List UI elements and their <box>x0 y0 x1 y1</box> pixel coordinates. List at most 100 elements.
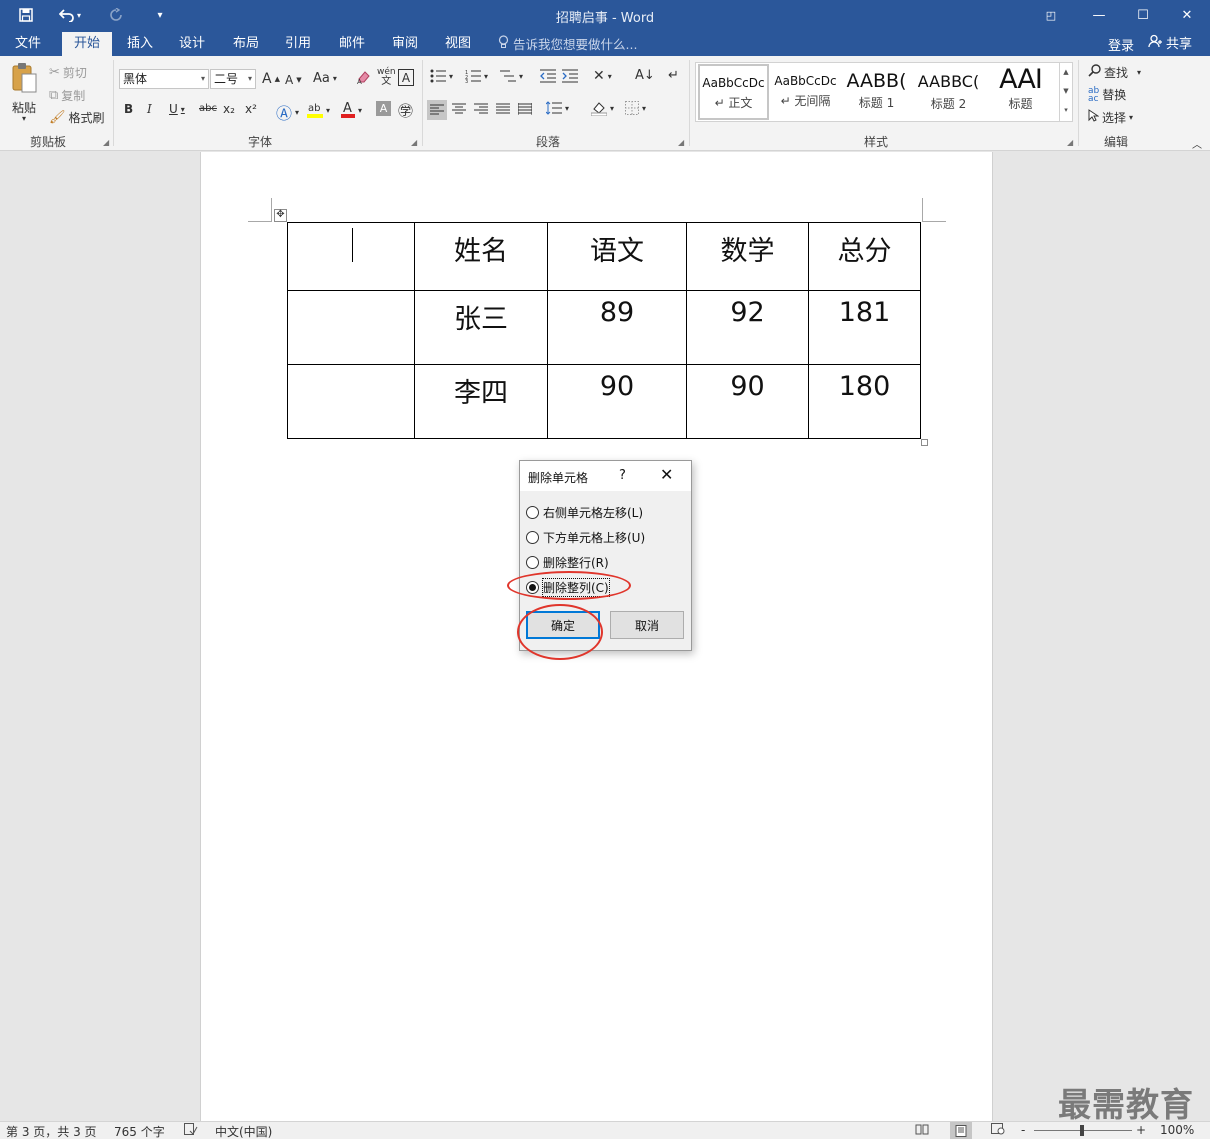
enclose-characters-icon[interactable]: ㊫ <box>398 100 413 121</box>
table-cell[interactable] <box>287 364 415 439</box>
table-cell[interactable]: 180 <box>808 364 921 439</box>
align-right-icon[interactable] <box>474 103 488 115</box>
tab-references[interactable]: 引用 <box>274 34 322 56</box>
bold-button[interactable]: B <box>124 102 133 116</box>
table-cell[interactable]: 90 <box>547 364 687 439</box>
help-icon[interactable]: ? <box>619 468 626 483</box>
table-cell[interactable]: 总分 <box>808 222 921 291</box>
character-border-button[interactable]: A <box>398 69 414 86</box>
zoom-slider-thumb[interactable] <box>1080 1125 1084 1136</box>
minimize-button[interactable]: — <box>1076 0 1122 30</box>
ribbon-display-icon[interactable]: ◰ <box>1028 0 1074 30</box>
italic-button[interactable]: I <box>147 102 152 116</box>
style-no-spacing[interactable]: AaBbCcDc ↵ 无间隔 <box>770 64 841 120</box>
share-button[interactable]: 共享 <box>1148 33 1192 52</box>
paragraph-launcher-icon[interactable]: ◢ <box>678 138 684 147</box>
option-shift-up[interactable]: 下方单元格上移(U) <box>526 529 645 546</box>
option-shift-left[interactable]: 右侧单元格左移(L) <box>526 504 643 521</box>
print-layout-icon[interactable] <box>950 1122 972 1139</box>
option-delete-row[interactable]: 删除整行(R) <box>526 554 609 571</box>
tab-mailings[interactable]: 邮件 <box>328 34 376 56</box>
radio-button[interactable] <box>526 506 539 519</box>
select-button[interactable]: 选择 ▾ <box>1088 109 1133 126</box>
signin-link[interactable]: 登录 <box>1108 35 1134 54</box>
style-title[interactable]: AAI 标题 <box>985 64 1056 120</box>
styles-launcher-icon[interactable]: ◢ <box>1067 138 1073 147</box>
table-cell[interactable]: 89 <box>547 290 687 365</box>
close-button[interactable]: ✕ <box>1164 0 1210 30</box>
web-layout-icon[interactable] <box>991 1123 1005 1138</box>
tab-home[interactable]: 开始 <box>62 32 112 56</box>
borders-icon[interactable]: ▾ <box>625 101 646 115</box>
table-cell[interactable]: 数学 <box>686 222 809 291</box>
shading-icon[interactable]: ▾ <box>591 100 614 116</box>
table-move-handle-icon[interactable]: ✥ <box>274 209 287 222</box>
table-cell[interactable]: 语文 <box>547 222 687 291</box>
text-effects-button[interactable]: Ⓐ ▾ <box>276 100 299 124</box>
tab-layout[interactable]: 布局 <box>222 34 270 56</box>
grow-font-button[interactable]: A ▲ <box>262 71 280 87</box>
show-marks-icon[interactable]: ↵ <box>668 68 679 83</box>
tab-insert[interactable]: 插入 <box>116 34 164 56</box>
clear-formatting-icon[interactable]: A <box>356 69 372 85</box>
font-launcher-icon[interactable]: ◢ <box>411 138 417 147</box>
chinese-layout-icon[interactable]: ✕ ▾ <box>593 68 612 84</box>
tab-review[interactable]: 审阅 <box>381 34 429 56</box>
read-mode-icon[interactable] <box>915 1123 929 1138</box>
close-icon[interactable]: ✕ <box>660 465 673 484</box>
dialog-titlebar[interactable]: 删除单元格 ? ✕ <box>520 461 691 491</box>
paste-button[interactable]: 粘贴 ▾ <box>10 62 38 123</box>
tab-design[interactable]: 设计 <box>168 34 216 56</box>
clipboard-launcher-icon[interactable]: ◢ <box>103 138 109 147</box>
shrink-font-button[interactable]: A ▼ <box>285 73 302 87</box>
font-name-combo[interactable]: 黑体 ▾ <box>119 69 209 89</box>
line-spacing-icon[interactable]: ▾ <box>546 101 569 115</box>
underline-button[interactable]: U ▾ <box>169 102 185 116</box>
sort-icon[interactable]: A↓ <box>635 68 655 83</box>
superscript-button[interactable]: x² <box>245 102 257 116</box>
strikethrough-button[interactable]: abc <box>199 103 217 114</box>
radio-button[interactable] <box>526 531 539 544</box>
table-cell[interactable] <box>287 290 415 365</box>
numbering-icon[interactable]: 1 2 3 ▾ <box>465 69 488 83</box>
multilevel-list-icon[interactable]: ▾ <box>500 69 523 83</box>
replace-button[interactable]: ab ac 替换 <box>1088 86 1126 103</box>
justify-icon[interactable] <box>496 103 510 115</box>
highlight-button[interactable]: ab ▾ <box>307 100 330 121</box>
table-cell[interactable]: 张三 <box>414 290 548 365</box>
align-center-icon[interactable] <box>452 103 466 115</box>
table-cell[interactable]: 92 <box>686 290 809 365</box>
zoom-out-button[interactable]: - <box>1021 1123 1025 1137</box>
subscript-button[interactable]: x₂ <box>223 102 235 116</box>
tab-file[interactable]: 文件 <box>4 34 52 56</box>
phonetic-guide-button[interactable]: wén 文 <box>377 68 396 87</box>
distributed-icon[interactable] <box>518 103 532 115</box>
font-color-button[interactable]: A ▾ <box>341 100 362 121</box>
styles-scroll[interactable]: ▲ ▼ ▾ <box>1059 63 1072 121</box>
table-cell[interactable]: 李四 <box>414 364 548 439</box>
copy-button[interactable]: ⧉ 复制 <box>49 87 85 104</box>
character-shading-icon[interactable]: A <box>376 101 391 116</box>
format-painter-button[interactable]: 🖌 格式刷 <box>49 109 105 126</box>
table-cell[interactable]: 姓名 <box>414 222 548 291</box>
table-resize-handle[interactable] <box>921 439 928 446</box>
radio-button[interactable] <box>526 556 539 569</box>
bullets-icon[interactable]: ▾ <box>430 69 453 83</box>
tab-view[interactable]: 视图 <box>434 34 482 56</box>
cut-button[interactable]: ✂ 剪切 <box>49 64 87 81</box>
align-left-icon[interactable] <box>427 100 447 120</box>
change-case-button[interactable]: Aa ▾ <box>313 71 337 86</box>
find-button[interactable]: 查找 ▾ <box>1088 64 1141 81</box>
style-heading-1[interactable]: AABB( 标题 1 <box>841 64 912 120</box>
style-heading-2[interactable]: AABBC( 标题 2 <box>913 64 984 120</box>
increase-indent-icon[interactable] <box>562 69 578 83</box>
table-cell[interactable] <box>287 222 415 291</box>
font-size-combo[interactable]: 二号 ▾ <box>210 69 256 89</box>
table-cell[interactable]: 90 <box>686 364 809 439</box>
proofing-icon[interactable] <box>184 1123 198 1138</box>
cancel-button[interactable]: 取消 <box>610 611 684 639</box>
collapse-ribbon-icon[interactable]: ︿ <box>1192 136 1202 151</box>
style-normal[interactable]: AaBbCcDc ↵ 正文 <box>698 64 769 120</box>
decrease-indent-icon[interactable] <box>540 69 556 83</box>
maximize-button[interactable]: ☐ <box>1120 0 1166 30</box>
